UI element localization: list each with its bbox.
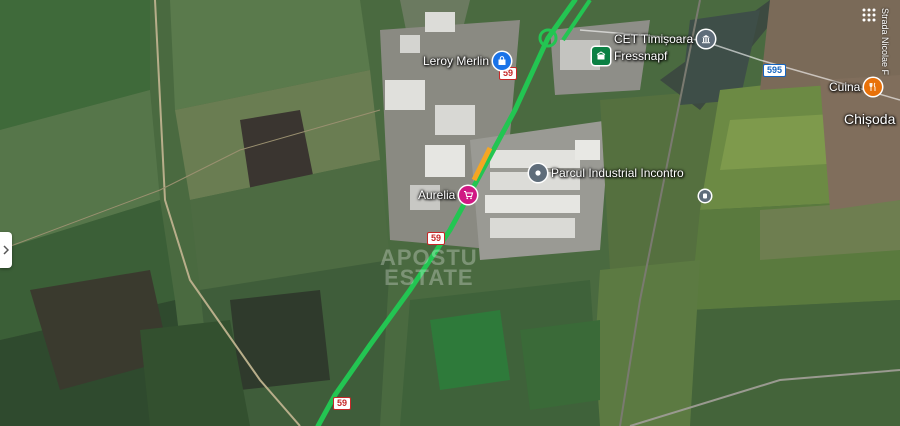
grid-icon (862, 8, 876, 22)
place-dot-icon (529, 164, 547, 182)
street-label: Strada Nicolae F (880, 8, 890, 76)
poi-label: Cuina (829, 80, 861, 94)
watermark-logo: APOSTU ESTATE (380, 247, 478, 290)
landmark-icon (697, 30, 716, 48)
poi-fressnapf[interactable]: Fressnapf (592, 47, 667, 65)
apps-grid-button[interactable] (862, 8, 876, 22)
route-595-shield: 595 (763, 64, 787, 77)
poi-aurelia[interactable]: Aurelia (418, 186, 478, 204)
poi-label: Aurelia (418, 188, 456, 202)
poi-label: Leroy Merlin (423, 54, 490, 68)
shopping-bag-icon (493, 52, 512, 70)
route-59-shield: 59 (333, 397, 352, 410)
poi-parcul-industrial-incontro[interactable]: Parcul Industrial Incontro (529, 164, 684, 182)
pet-store-icon (592, 47, 610, 65)
poi-cuina[interactable]: Cuina (829, 78, 883, 96)
poi-label: CET Timișoara (614, 32, 694, 46)
poi-label: Parcul Industrial Incontro (551, 166, 684, 180)
shopping-cart-icon (459, 186, 478, 204)
watermark-line: ESTATE (384, 265, 474, 290)
route-59-shield: 59 (427, 232, 446, 245)
poi-leroy-merlin[interactable]: Leroy Merlin (423, 52, 512, 70)
chevron-right-icon (3, 245, 9, 255)
poi-cet-timisoara[interactable]: CET Timișoara (614, 30, 716, 48)
poi-label: Fressnapf (614, 49, 668, 63)
town-label: Chișoda (844, 111, 896, 127)
map-marker-small[interactable] (699, 190, 711, 202)
satellite-map[interactable]: 59 59 59 595 Leroy Merlin CET Timișoara … (0, 0, 900, 426)
expand-panel-button[interactable] (0, 232, 12, 268)
transit-stop-icon (699, 190, 711, 202)
restaurant-icon (864, 78, 883, 96)
